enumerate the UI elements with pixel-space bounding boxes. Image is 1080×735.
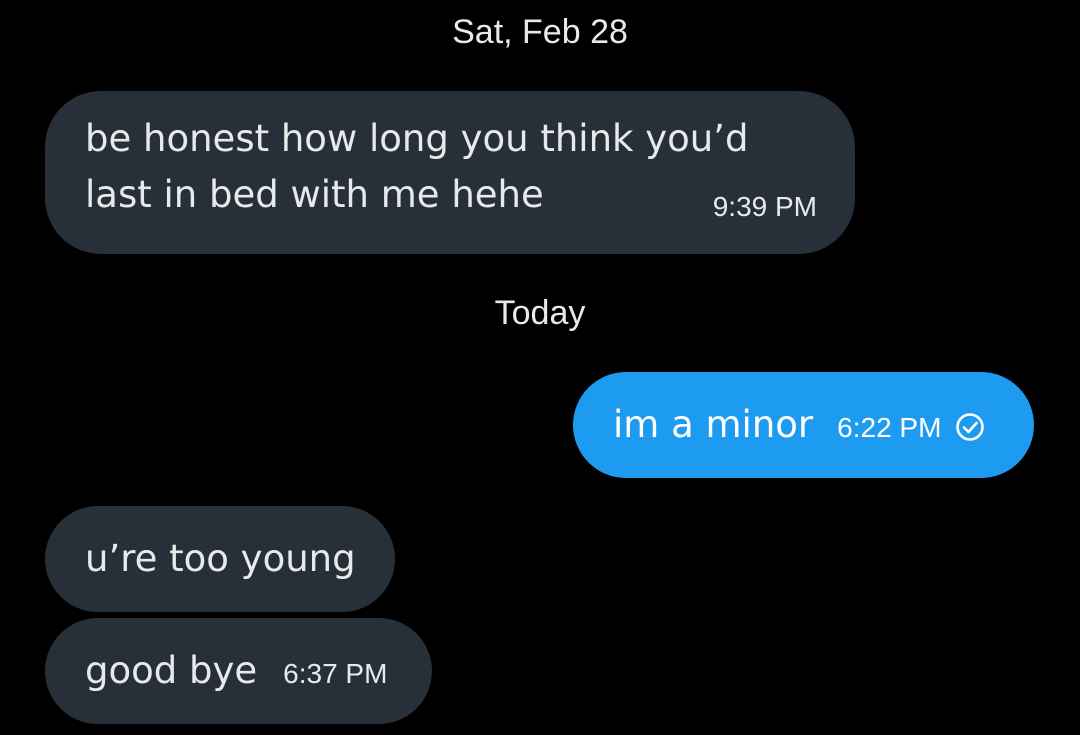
message-bubble-incoming[interactable]: u’re too young [45, 506, 395, 612]
date-separator: Sat, Feb 28 [452, 13, 628, 51]
message-text: be honest how long you think you’d last … [85, 117, 749, 216]
message-timestamp: 6:22 PM [837, 412, 942, 443]
message-text: good bye [85, 649, 258, 692]
message-text: im a minor [613, 403, 814, 446]
check-circle-icon [955, 402, 985, 441]
message-bubble-outgoing[interactable]: im a minor 6:22 PM [573, 372, 1034, 478]
message-timestamp: 6:37 PM [283, 658, 388, 689]
message-text: u’re too young [85, 537, 356, 580]
message-bubble-incoming[interactable]: good bye 6:37 PM [45, 618, 432, 724]
message-timestamp: 9:39 PM [712, 191, 817, 222]
date-separator: Today [494, 294, 586, 332]
message-bubble-incoming[interactable]: be honest how long you think you’d last … [45, 91, 855, 254]
